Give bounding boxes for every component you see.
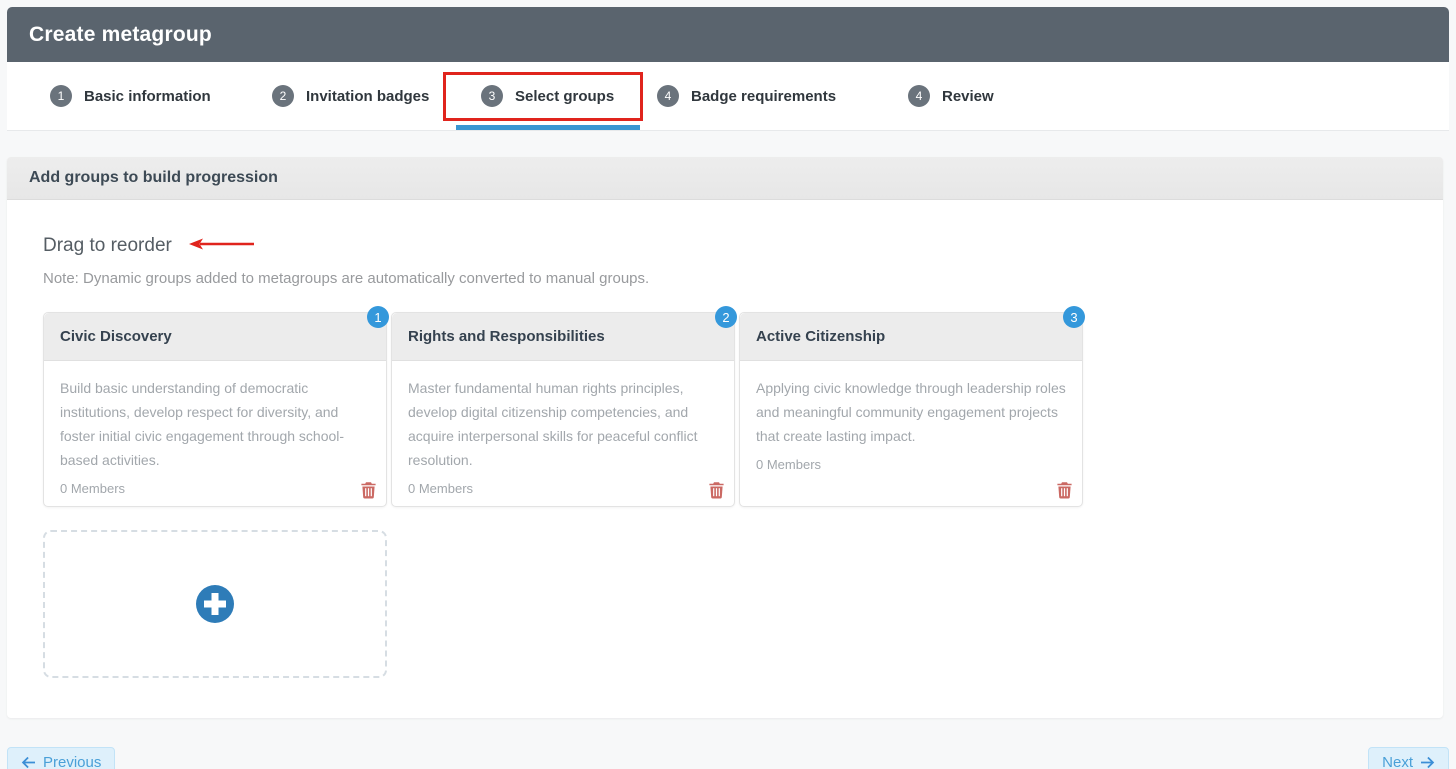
arrow-right-icon: [1421, 756, 1435, 769]
panel-title: Add groups to build progression: [29, 169, 278, 186]
group-card-rights-and-responsibilities[interactable]: 2 Rights and Responsibilities Master fun…: [391, 306, 737, 507]
trash-icon[interactable]: [361, 482, 376, 499]
previous-button[interactable]: Previous: [7, 747, 116, 769]
active-step-underline: [456, 125, 640, 130]
order-badge: 2: [715, 306, 737, 328]
trash-icon[interactable]: [1057, 482, 1072, 499]
order-badge: 1: [367, 306, 389, 328]
group-description: Build basic understanding of democratic …: [60, 380, 345, 468]
group-card-title: Civic Discovery: [44, 313, 386, 361]
order-badge: 3: [1063, 306, 1085, 328]
group-cards-row: 1 Civic Discovery Build basic understand…: [43, 306, 1407, 507]
group-description: Applying civic knowledge through leaders…: [756, 380, 1066, 444]
step-label: Review: [942, 87, 994, 105]
group-card-body: Master fundamental human rights principl…: [392, 361, 734, 506]
wizard-stepper: 1 Basic information 2 Invitation badges …: [7, 62, 1449, 131]
step-basic-information[interactable]: 1 Basic information: [50, 85, 211, 107]
step-number-circle: 4: [908, 85, 930, 107]
step-label: Basic information: [84, 87, 211, 105]
group-card-active-citizenship[interactable]: 3 Active Citizenship Applying civic know…: [739, 306, 1085, 507]
panel-body: Drag to reorder Note: Dynamic groups add…: [7, 200, 1443, 718]
drag-to-reorder-row: Drag to reorder: [43, 235, 1407, 257]
wizard-header: Create metagroup: [7, 7, 1449, 62]
step-invitation-badges[interactable]: 2 Invitation badges: [272, 85, 429, 107]
group-card-title: Active Citizenship: [740, 313, 1082, 361]
step-review[interactable]: 4 Review: [908, 85, 994, 107]
next-button-label: Next: [1382, 754, 1413, 769]
dynamic-groups-note: Note: Dynamic groups added to metagroups…: [43, 270, 650, 287]
step-number-circle: 3: [481, 85, 503, 107]
group-description: Master fundamental human rights principl…: [408, 380, 698, 468]
group-members-count: 0 Members: [408, 481, 474, 496]
drag-to-reorder-title: Drag to reorder: [43, 235, 172, 256]
select-groups-panel: Add groups to build progression Drag to …: [7, 157, 1443, 718]
next-button[interactable]: Next: [1368, 747, 1449, 769]
group-members-count: 0 Members: [756, 457, 822, 472]
red-arrow-annotation: [188, 237, 258, 256]
add-group-dropzone[interactable]: [43, 530, 387, 678]
panel-header: Add groups to build progression: [7, 157, 1443, 200]
previous-button-label: Previous: [43, 754, 102, 769]
trash-icon[interactable]: [709, 482, 724, 499]
group-card-civic-discovery[interactable]: 1 Civic Discovery Build basic understand…: [43, 306, 389, 507]
group-card-body: Applying civic knowledge through leaders…: [740, 361, 1082, 496]
step-select-groups[interactable]: 3 Select groups: [481, 85, 614, 107]
plus-circle-icon[interactable]: [195, 584, 235, 624]
step-number-circle: 1: [50, 85, 72, 107]
step-label: Invitation badges: [306, 87, 430, 105]
step-label: Select groups: [515, 87, 615, 105]
step-number-circle: 4: [657, 85, 679, 107]
group-card-title: Rights and Responsibilities: [392, 313, 734, 361]
step-label: Badge requirements: [691, 87, 837, 105]
step-badge-requirements[interactable]: 4 Badge requirements: [657, 85, 836, 107]
group-members-count: 0 Members: [60, 481, 126, 496]
step-number-circle: 2: [272, 85, 294, 107]
wizard-footer: Previous Next: [7, 747, 1449, 769]
arrow-left-icon: [21, 756, 35, 769]
page-title: Create metagroup: [29, 22, 212, 46]
group-card-body: Build basic understanding of democratic …: [44, 361, 386, 506]
